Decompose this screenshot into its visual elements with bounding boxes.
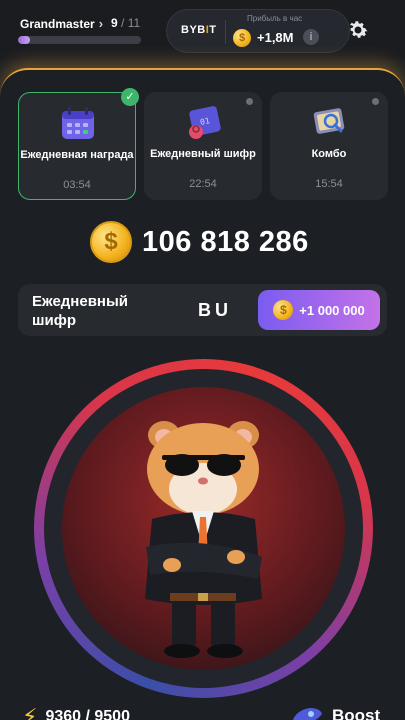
tap-circle-ring bbox=[44, 369, 363, 688]
rank-link[interactable]: Grandmaster › bbox=[20, 16, 103, 31]
card-timer: 03:54 bbox=[63, 179, 91, 191]
energy-value: 9360 / 9500 bbox=[45, 708, 130, 720]
cipher-lock-icon: 01 bbox=[189, 106, 221, 139]
balance-value: 106 818 286 bbox=[142, 225, 309, 258]
coin-icon: $ bbox=[273, 300, 294, 320]
card-daily-cipher[interactable]: 01 Ежедневный шифр 22:54 bbox=[144, 92, 262, 200]
boost-label: Boost bbox=[332, 706, 381, 720]
level-max: / 11 bbox=[121, 16, 141, 30]
tap-circle[interactable] bbox=[34, 359, 373, 698]
card-title: Ежедневный шифр bbox=[150, 148, 256, 160]
top-header: Grandmaster › 9 / 11 BYBIT Прибыль в час… bbox=[0, 0, 405, 60]
hamster-mascot bbox=[145, 421, 262, 658]
level-progress-fill bbox=[18, 36, 31, 44]
info-icon[interactable]: i bbox=[303, 29, 319, 45]
profit-label: Прибыль в час bbox=[247, 14, 303, 23]
card-title: Комбо bbox=[311, 148, 347, 160]
notification-dot bbox=[372, 98, 379, 105]
exchange-logo[interactable]: BYBIT bbox=[181, 24, 217, 36]
card-timer: 22:54 bbox=[189, 178, 217, 190]
calendar-icon bbox=[62, 107, 94, 139]
level-indicator: 9 / 11 bbox=[111, 16, 140, 30]
rank-label: Grandmaster bbox=[20, 16, 95, 31]
tap-circle-inner bbox=[62, 387, 345, 670]
card-title: Ежедневная награда bbox=[20, 149, 134, 161]
rocket-icon bbox=[292, 708, 322, 720]
reward-value: +1 000 000 bbox=[299, 302, 365, 318]
coin-icon: $ bbox=[233, 29, 251, 47]
combo-card-icon bbox=[313, 108, 345, 134]
cipher-reward-button[interactable]: $ +1 000 000 bbox=[258, 290, 380, 330]
card-daily-reward[interactable]: Ежедневная награда 03:54 bbox=[18, 92, 136, 200]
profit-value: +1,8M bbox=[257, 30, 294, 45]
cipher-label: Ежедневный шифр bbox=[32, 293, 129, 329]
notification-dot bbox=[246, 98, 253, 105]
lightning-icon: ⚡ bbox=[22, 704, 38, 720]
level-current: 9 bbox=[111, 16, 118, 30]
profit-per-hour-panel[interactable]: BYBIT Прибыль в час $ +1,8M i bbox=[166, 9, 350, 53]
card-combo[interactable]: Комбо 15:54 bbox=[270, 92, 388, 200]
divider bbox=[225, 20, 226, 44]
cipher-code: BU bbox=[198, 300, 232, 320]
card-timer: 15:54 bbox=[315, 178, 343, 190]
energy-meter: ⚡ 9360 / 9500 bbox=[22, 706, 130, 720]
boost-button[interactable]: Boost bbox=[286, 704, 380, 720]
coin-icon: $ bbox=[90, 221, 132, 263]
gear-icon[interactable] bbox=[346, 18, 370, 42]
chevron-right-icon: › bbox=[98, 16, 104, 31]
daily-cipher-bar: Ежедневный шифр BU $ +1 000 000 bbox=[18, 284, 387, 336]
coin-balance: $ 106 818 286 bbox=[90, 221, 309, 263]
level-progress-bar bbox=[18, 36, 141, 44]
checkmark-icon: ✓ bbox=[121, 88, 139, 106]
